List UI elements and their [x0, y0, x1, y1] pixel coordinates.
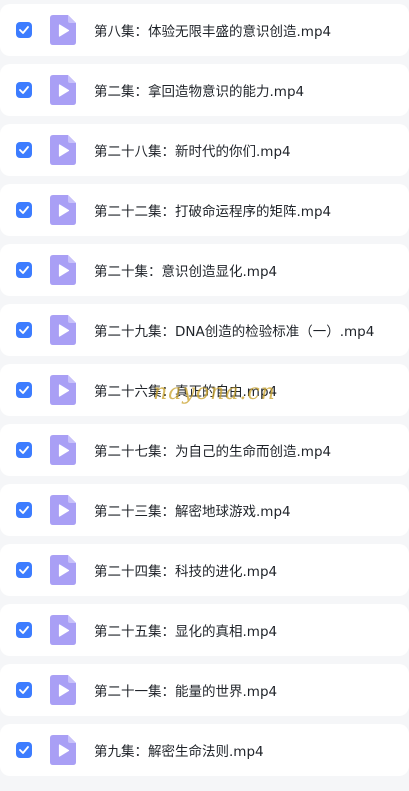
file-name: 第二十四集：科技的进化.mp4 [94, 564, 278, 580]
file-name: 第二十一集：能量的世界.mp4 [94, 684, 278, 700]
file-name: 第二十九集：DNA创造的检验标准（一）.mp4 [94, 324, 375, 340]
file-name: 第二十七集：为自己的生命而创造.mp4 [94, 444, 332, 460]
checkbox-checked-icon[interactable] [16, 382, 32, 398]
checkbox-checked-icon[interactable] [16, 322, 32, 338]
checkbox-checked-icon[interactable] [16, 622, 32, 638]
file-row[interactable]: 第二十集：意识创造显化.mp4 [0, 244, 409, 296]
file-name: 第二十六集：真正的自由.mp4 [94, 384, 278, 400]
video-file-icon [50, 75, 76, 105]
video-file-icon [50, 435, 76, 465]
video-file-icon [50, 555, 76, 585]
checkbox-checked-icon[interactable] [16, 682, 32, 698]
file-name: 第二十三集：解密地球游戏.mp4 [94, 504, 291, 520]
video-file-icon [50, 195, 76, 225]
checkbox-checked-icon[interactable] [16, 442, 32, 458]
file-row[interactable]: 第九集：解密生命法则.mp4 [0, 724, 409, 776]
file-row[interactable]: 第二十九集：DNA创造的检验标准（一）.mp4 [0, 304, 409, 356]
video-file-icon [50, 675, 76, 705]
file-name: 第二集：拿回造物意识的能力.mp4 [94, 84, 305, 100]
file-list: 第八集：体验无限丰盛的意识创造.mp4 第二集：拿回造物意识的能力.mp4 第二十八… [0, 0, 409, 791]
file-row[interactable]: 第二十二集：打破命运程序的矩阵.mp4 [0, 184, 409, 236]
file-row[interactable]: 第二十七集：为自己的生命而创造.mp4 [0, 424, 409, 476]
file-name: 第二十二集：打破命运程序的矩阵.mp4 [94, 204, 332, 220]
video-file-icon [50, 375, 76, 405]
checkbox-checked-icon[interactable] [16, 262, 32, 278]
file-row[interactable]: 第二十三集：解密地球游戏.mp4 [0, 484, 409, 536]
file-row[interactable]: 第二十五集：显化的真相.mp4 [0, 604, 409, 656]
video-file-icon [50, 255, 76, 285]
file-row[interactable]: 第八集：体验无限丰盛的意识创造.mp4 [0, 4, 409, 56]
video-file-icon [50, 315, 76, 345]
file-name: 第二十八集：新时代的你们.mp4 [94, 144, 291, 160]
video-file-icon [50, 135, 76, 165]
file-row[interactable]: 第二集：拿回造物意识的能力.mp4 [0, 64, 409, 116]
checkbox-checked-icon[interactable] [16, 22, 32, 38]
file-name: 第九集：解密生命法则.mp4 [94, 744, 264, 760]
file-name: 第二十五集：显化的真相.mp4 [94, 624, 278, 640]
file-row[interactable]: 第二十六集：真正的自由.mp4 [0, 364, 409, 416]
checkbox-checked-icon[interactable] [16, 142, 32, 158]
file-row[interactable]: 第二十四集：科技的进化.mp4 [0, 544, 409, 596]
checkbox-checked-icon[interactable] [16, 742, 32, 758]
checkbox-checked-icon[interactable] [16, 202, 32, 218]
file-row[interactable]: 第二十一集：能量的世界.mp4 [0, 664, 409, 716]
checkbox-checked-icon[interactable] [16, 82, 32, 98]
video-file-icon [50, 495, 76, 525]
video-file-icon [50, 735, 76, 765]
video-file-icon [50, 15, 76, 45]
file-name: 第二十集：意识创造显化.mp4 [94, 264, 278, 280]
video-file-icon [50, 615, 76, 645]
file-row[interactable]: 第二十八集：新时代的你们.mp4 [0, 124, 409, 176]
file-name: 第八集：体验无限丰盛的意识创造.mp4 [94, 24, 332, 40]
checkbox-checked-icon[interactable] [16, 562, 32, 578]
checkbox-checked-icon[interactable] [16, 502, 32, 518]
